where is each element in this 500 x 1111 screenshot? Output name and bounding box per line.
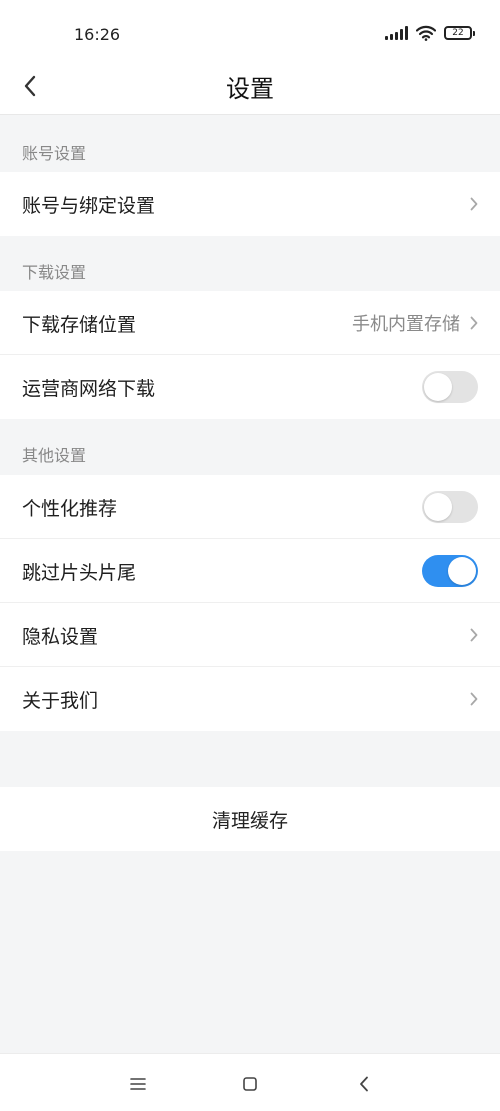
menu-icon xyxy=(130,1078,146,1090)
menu-button[interactable] xyxy=(124,1070,152,1098)
system-nav-bar xyxy=(0,1053,500,1111)
home-icon xyxy=(243,1077,257,1091)
row-account-binding[interactable]: 账号与绑定设置 xyxy=(0,172,500,236)
row-value: 手机内置存储 xyxy=(352,314,460,335)
row-label: 运营商网络下载 xyxy=(22,377,156,400)
personalized-recommend-toggle[interactable] xyxy=(422,491,478,523)
status-icons: 22 xyxy=(385,25,475,41)
row-label: 隐私设置 xyxy=(22,625,99,648)
row-label: 账号与绑定设置 xyxy=(22,194,156,217)
row-label: 下载存储位置 xyxy=(22,313,137,336)
nav-bar: 设置 xyxy=(0,62,500,115)
back-icon xyxy=(360,1076,368,1092)
signal-icon xyxy=(385,26,408,40)
battery-icon: 22 xyxy=(444,26,475,40)
toggle-knob xyxy=(424,373,452,401)
wifi-icon xyxy=(416,25,436,41)
row-about-us[interactable]: 关于我们 xyxy=(0,667,500,731)
battery-level: 22 xyxy=(452,28,464,38)
clear-cache-button[interactable]: 清理缓存 xyxy=(0,787,500,851)
toggle-knob xyxy=(448,557,476,585)
status-bar: 16:26 22 xyxy=(0,0,500,62)
chevron-right-icon xyxy=(470,316,478,330)
skip-intro-outro-toggle[interactable] xyxy=(422,555,478,587)
row-label: 个性化推荐 xyxy=(22,497,118,520)
section-header-other: 其他设置 xyxy=(22,446,87,465)
chevron-right-icon xyxy=(470,692,478,706)
row-label: 关于我们 xyxy=(22,689,99,712)
chevron-right-icon xyxy=(470,628,478,642)
carrier-download-toggle[interactable] xyxy=(422,371,478,403)
toggle-knob xyxy=(424,493,452,521)
status-time: 16:26 xyxy=(74,25,121,44)
row-label: 跳过片头片尾 xyxy=(22,561,137,584)
home-button[interactable] xyxy=(236,1070,264,1098)
row-skip-intro-outro: 跳过片头片尾 xyxy=(0,539,500,603)
row-carrier-download: 运营商网络下载 xyxy=(0,355,500,419)
page-title: 设置 xyxy=(226,75,274,103)
system-back-button[interactable] xyxy=(350,1070,378,1098)
chevron-right-icon xyxy=(470,197,478,211)
row-privacy-settings[interactable]: 隐私设置 xyxy=(0,603,500,667)
row-download-location[interactable]: 下载存储位置 手机内置存储 xyxy=(0,291,500,355)
row-personalized-recommend: 个性化推荐 xyxy=(0,475,500,539)
